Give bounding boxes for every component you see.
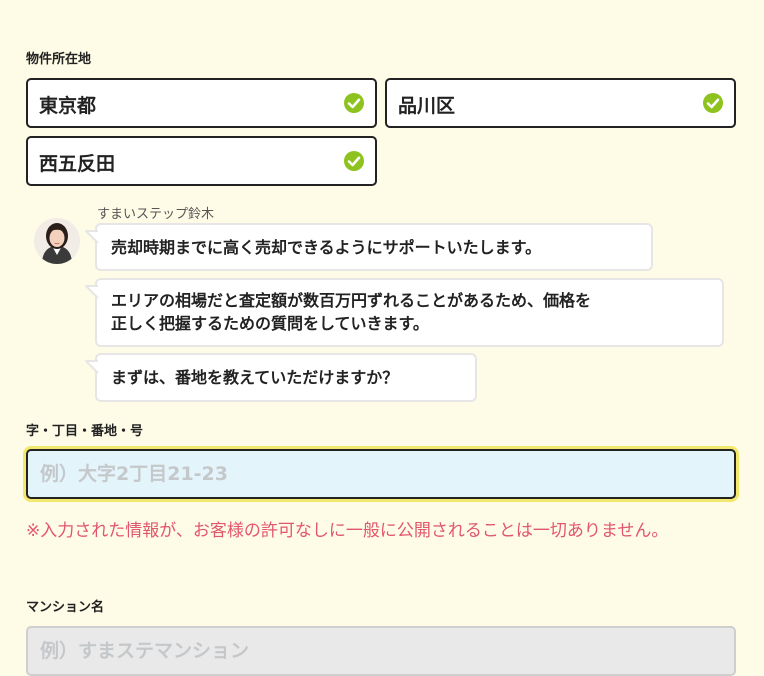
chat-message: 売却時期までに高く売却できるようにサポートいたします。	[85, 223, 653, 271]
chat-message-line: エリアの相場だと査定額が数百万円ずれることがあるため、価格を	[111, 291, 592, 310]
check-icon	[344, 151, 364, 171]
location-label: 物件所在地	[26, 52, 92, 67]
city-value: 品川区	[398, 95, 456, 117]
mansion-label: マンション名	[26, 600, 105, 615]
town-value: 西五反田	[39, 153, 116, 175]
town-select[interactable]: 西五反田	[26, 136, 377, 186]
staff-name: すまいステップ鈴木	[97, 207, 215, 222]
chat-message-text: 売却時期までに高く売却できるようにサポートいたします。	[111, 238, 542, 257]
chat-message-line: 正しく把握するための質問をしていきます。	[111, 314, 429, 333]
chat-message: エリアの相場だと査定額が数百万円ずれることがあるため、価格を 正しく把握するため…	[85, 278, 724, 347]
address-input[interactable]	[26, 449, 736, 499]
address-label: 字・丁目・番地・号	[26, 424, 144, 439]
staff-avatar	[34, 218, 80, 264]
city-select[interactable]: 品川区	[385, 78, 736, 128]
chat-message-text: まずは、番地を教えていただけますか？	[111, 368, 399, 387]
chat-message: まずは、番地を教えていただけますか？	[85, 353, 477, 402]
mansion-name-input[interactable]	[26, 626, 736, 676]
prefecture-value: 東京都	[39, 95, 97, 117]
check-icon	[703, 93, 723, 113]
privacy-notice: ※入力された情報が、お客様の許可なしに一般に公開されることは一切ありません。	[26, 521, 669, 541]
prefecture-select[interactable]: 東京都	[26, 78, 377, 128]
check-icon	[344, 93, 364, 113]
